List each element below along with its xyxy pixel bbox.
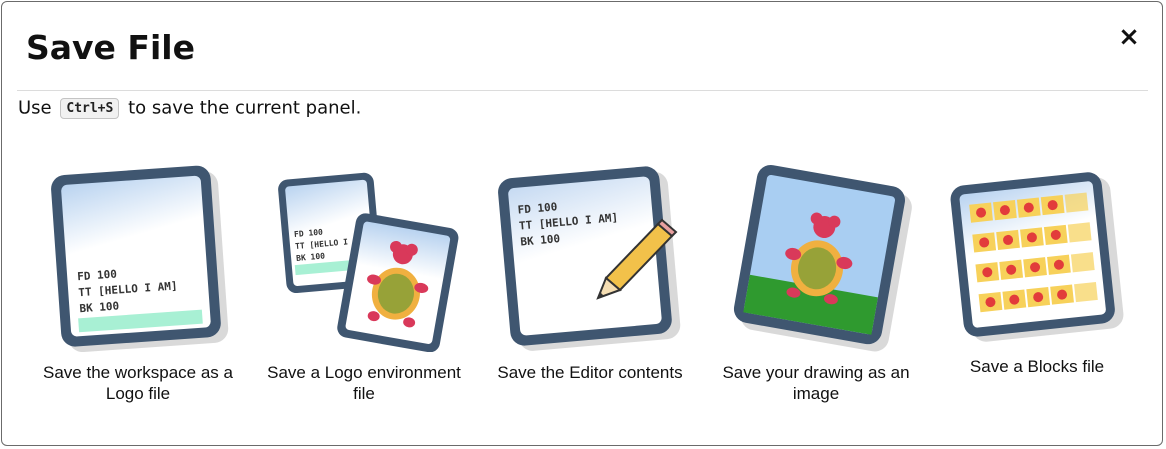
code-line: FD 100 <box>77 268 118 284</box>
code-line: BK 100 <box>79 299 120 315</box>
save-blocks-option[interactable]: Save a Blocks file <box>937 162 1137 412</box>
option-label: Save a Blocks file <box>969 357 1105 376</box>
editor-file-icon: FD 100 TT [HELLO I AM] BK 100 <box>498 166 681 351</box>
save-editor-option[interactable]: FD 100 TT [HELLO I AM] BK 100 Save the E… <box>490 162 690 412</box>
drawing-image-icon <box>733 164 912 352</box>
option-label: Save the Editor contents <box>497 363 683 382</box>
option-label: Save your drawing as an image <box>722 363 910 403</box>
shortcut-key: Ctrl+S <box>60 97 120 119</box>
hint-suffix: to save the current panel. <box>128 97 362 119</box>
option-label: Save a Logo environment file <box>267 363 461 403</box>
dialog-title: Save File <box>26 28 195 67</box>
save-drawing-option[interactable]: Save your drawing as an image <box>716 162 916 412</box>
shortcut-hint: Use Ctrl+S to save the current panel. <box>18 97 361 119</box>
environment-file-icon: FD 100 TT [HELLO I BK 100 <box>278 172 459 352</box>
title-divider <box>17 90 1148 91</box>
blocks-file-icon <box>950 172 1124 342</box>
option-label: Save the workspace as a Logo file <box>43 363 233 403</box>
close-icon[interactable]: × <box>1118 24 1140 50</box>
hint-prefix: Use <box>18 97 52 119</box>
save-environment-option[interactable]: FD 100 TT [HELLO I BK 100 Save a Logo en… <box>264 162 464 412</box>
save-workspace-option[interactable]: FD 100 TT [HELLO I AM] BK 100 Save the w… <box>38 162 238 412</box>
logo-file-icon: FD 100 TT [HELLO I AM] BK 100 <box>51 165 229 352</box>
save-file-dialog: Save File × Use Ctrl+S to save the curre… <box>1 1 1163 446</box>
